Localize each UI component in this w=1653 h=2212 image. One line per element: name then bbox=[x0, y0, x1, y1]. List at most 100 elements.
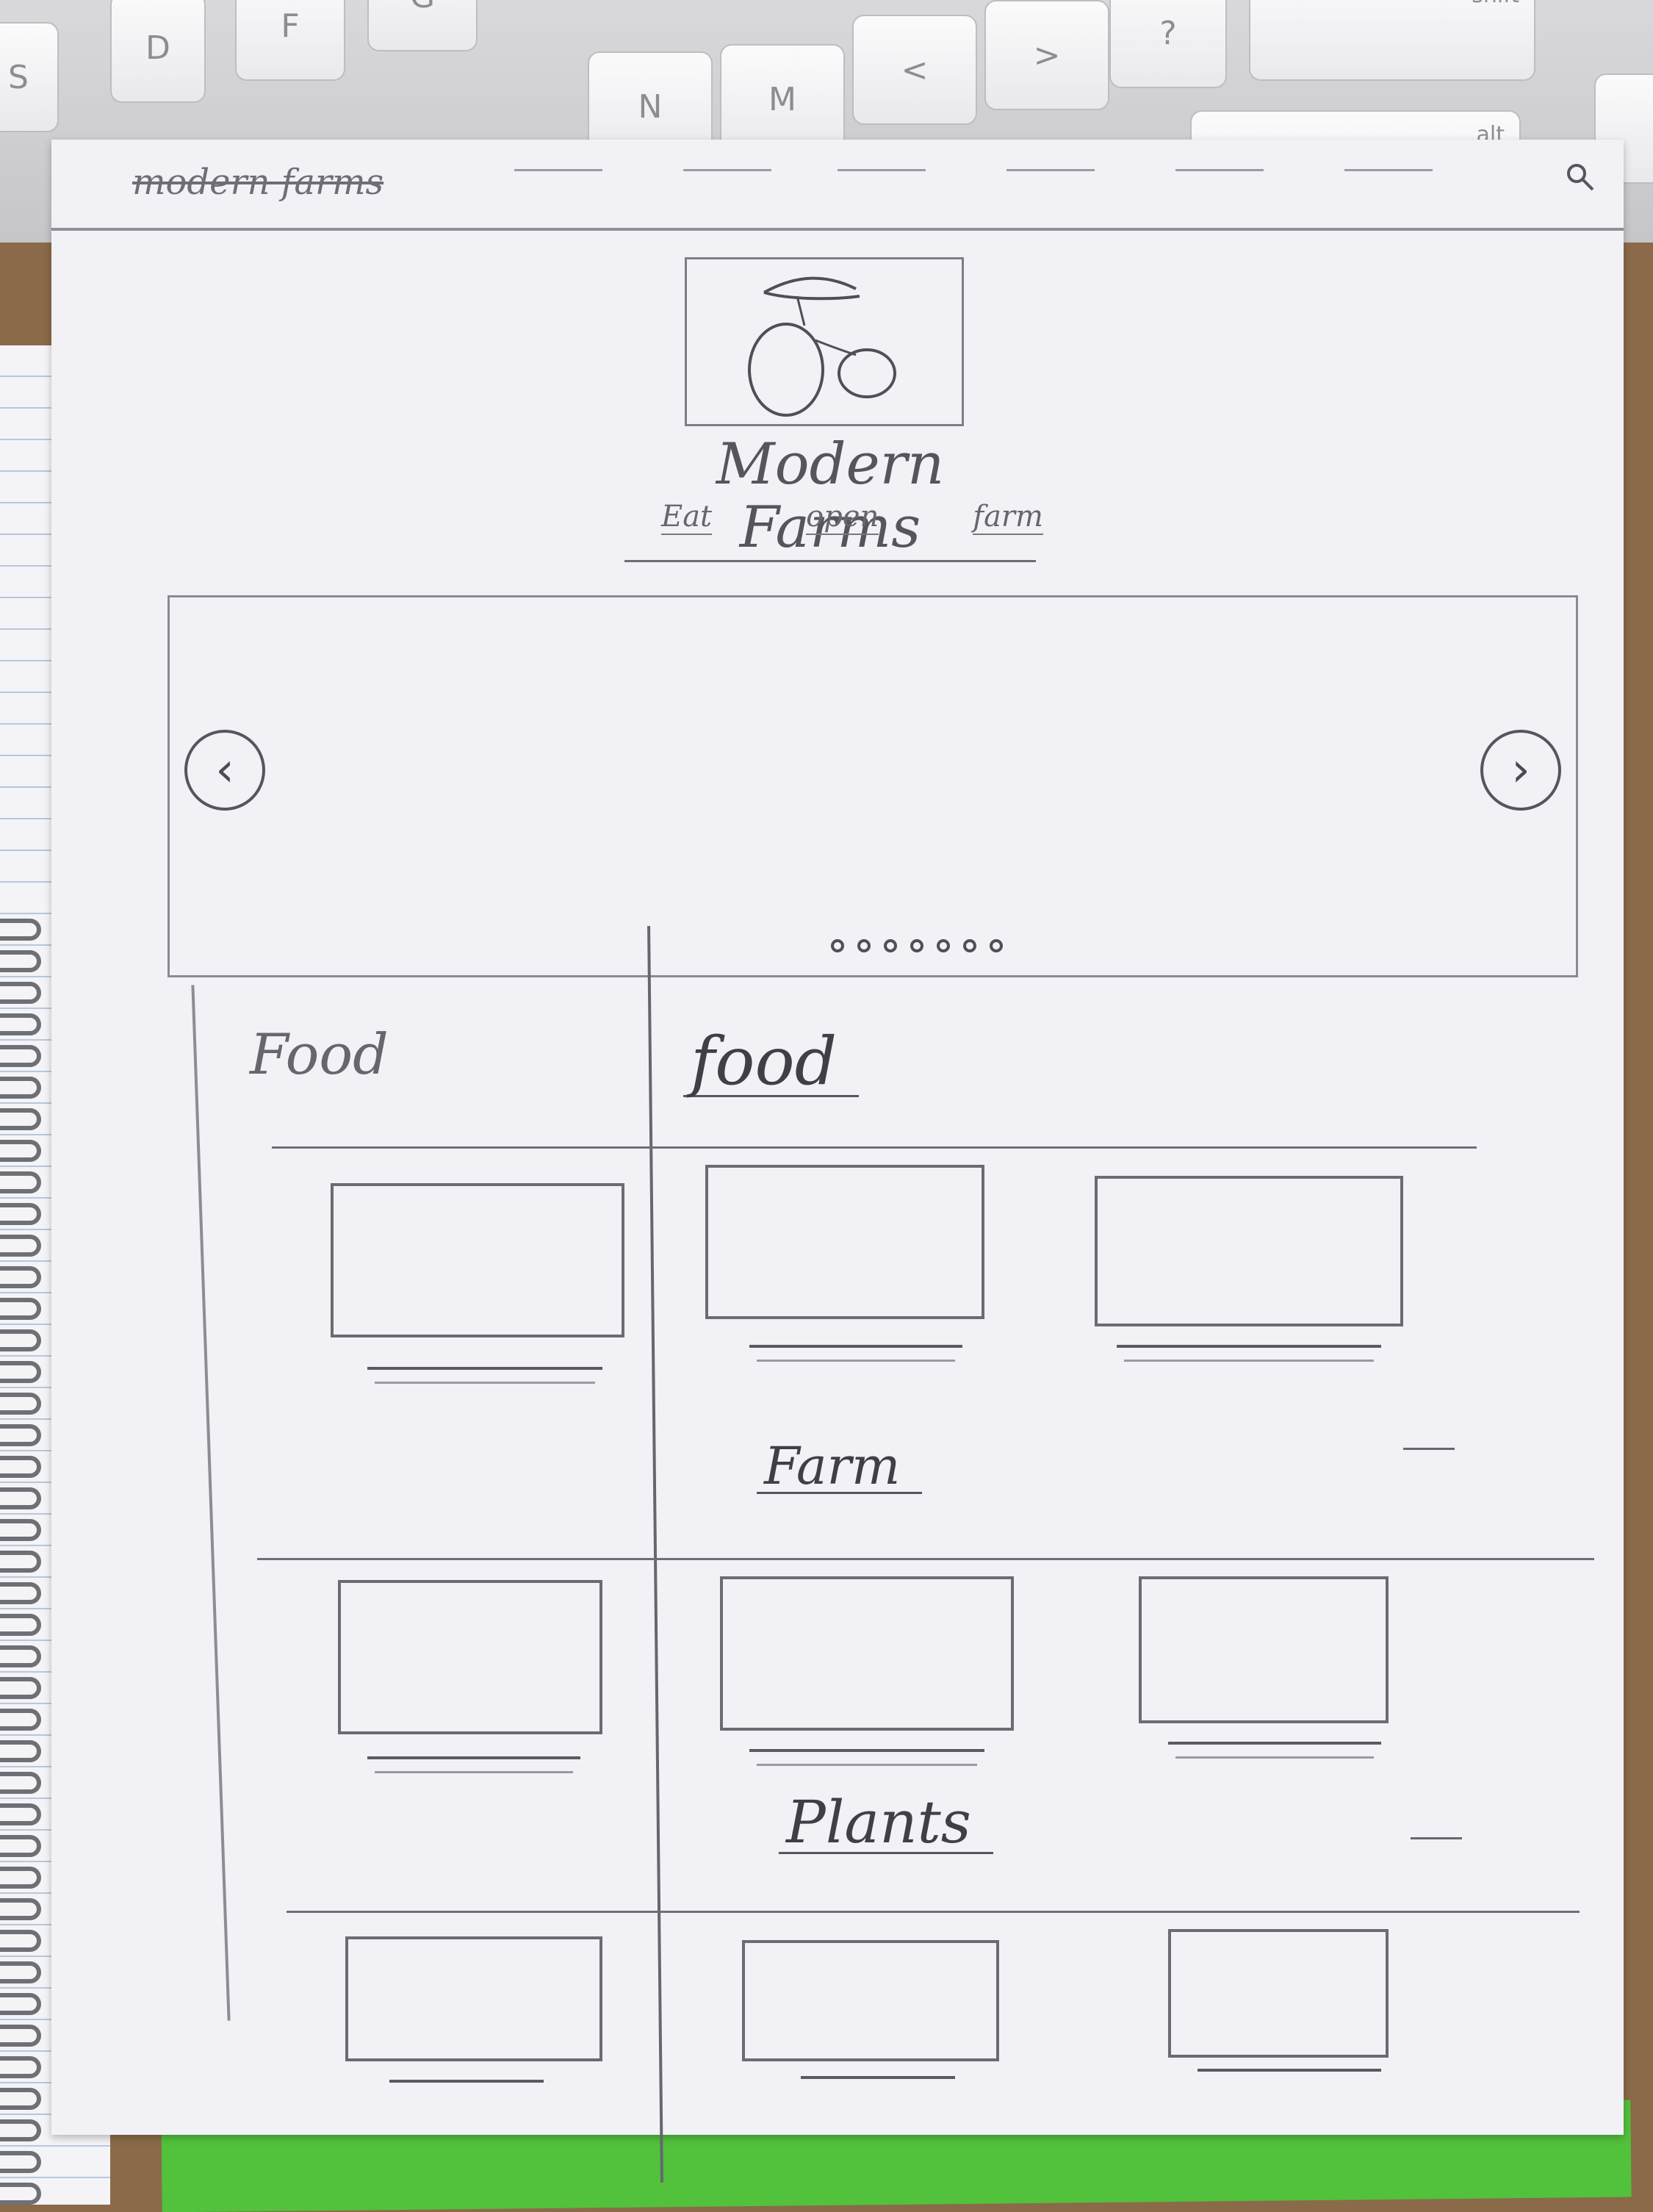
sidebar-card-caption bbox=[367, 1756, 580, 1759]
card-image[interactable] bbox=[1168, 1929, 1389, 2058]
search-icon[interactable] bbox=[1565, 162, 1594, 191]
hero-carousel: ‹ › bbox=[168, 595, 1578, 977]
key-d: D bbox=[110, 0, 206, 103]
spiral-ring bbox=[0, 1329, 41, 1351]
sidebar-title: Food bbox=[250, 1021, 389, 1087]
spiral-ring bbox=[0, 1930, 41, 1952]
section-divider bbox=[287, 1911, 1580, 1913]
card-image[interactable] bbox=[1139, 1576, 1389, 1723]
card-caption bbox=[1168, 1742, 1381, 1745]
spiral-ring bbox=[0, 1298, 41, 1320]
section-divider bbox=[272, 1146, 1477, 1149]
spiral-ring bbox=[0, 1393, 41, 1415]
brand-links: Eat open farm bbox=[661, 500, 1043, 535]
site-name-link[interactable]: modern farms bbox=[132, 162, 383, 203]
carousel-dot[interactable] bbox=[937, 939, 950, 952]
spiral-ring bbox=[0, 1645, 41, 1667]
key-g: G bbox=[367, 0, 478, 51]
spiral-ring bbox=[0, 2151, 41, 2173]
spiral-ring bbox=[0, 1266, 41, 1288]
section-divider bbox=[257, 1558, 1594, 1560]
spiral-ring bbox=[0, 1803, 41, 1825]
carousel-dot[interactable] bbox=[857, 939, 871, 952]
brand-link-open[interactable]: open bbox=[806, 500, 879, 535]
carousel-dot[interactable] bbox=[884, 939, 897, 952]
spiral-ring bbox=[0, 919, 41, 941]
card-caption bbox=[757, 1360, 955, 1362]
card-caption bbox=[1124, 1360, 1374, 1362]
carousel-next-button[interactable]: › bbox=[1480, 730, 1561, 811]
spiral-ring bbox=[0, 1993, 41, 2015]
card-image[interactable] bbox=[742, 1940, 999, 2061]
card-caption bbox=[1117, 1345, 1381, 1348]
carousel-dot[interactable] bbox=[910, 939, 923, 952]
chevron-left-icon: ‹ bbox=[215, 743, 234, 797]
key-slash: ? bbox=[1109, 0, 1227, 88]
spiral-ring bbox=[0, 1077, 41, 1099]
carousel-prev-button[interactable]: ‹ bbox=[184, 730, 265, 811]
nav-link-placeholder[interactable] bbox=[683, 169, 771, 171]
spiral-ring bbox=[0, 1203, 41, 1225]
carousel-dot[interactable] bbox=[990, 939, 1003, 952]
spiral-ring bbox=[0, 2088, 41, 2110]
spiral-ring bbox=[0, 1456, 41, 1478]
spiral-ring bbox=[0, 1361, 41, 1383]
nav-link-placeholder[interactable] bbox=[1344, 169, 1433, 171]
key-m: M bbox=[720, 44, 845, 154]
spiral-ring bbox=[0, 1171, 41, 1193]
card-image[interactable] bbox=[1095, 1176, 1403, 1326]
card-caption bbox=[1175, 1756, 1374, 1759]
spiral-ring bbox=[0, 1235, 41, 1257]
card-image[interactable] bbox=[705, 1165, 984, 1319]
spiral-ring bbox=[0, 2183, 41, 2205]
logo-image bbox=[685, 257, 964, 426]
see-more-link[interactable] bbox=[1403, 1448, 1455, 1450]
carousel-dot[interactable] bbox=[831, 939, 844, 952]
spiral-ring bbox=[0, 982, 41, 1004]
sidebar-divider bbox=[647, 926, 663, 2183]
spiral-ring bbox=[0, 1108, 41, 1130]
spiral-ring bbox=[0, 1961, 41, 1983]
nav-link-placeholder[interactable] bbox=[514, 169, 602, 171]
spiral-ring bbox=[0, 1740, 41, 1762]
spiral-ring bbox=[0, 1867, 41, 1889]
spiral-ring bbox=[0, 1582, 41, 1604]
sidebar-card-caption bbox=[367, 1367, 602, 1370]
nav-link-placeholder[interactable] bbox=[1006, 169, 1095, 171]
card-image[interactable] bbox=[345, 1936, 602, 2061]
spiral-ring bbox=[0, 950, 41, 972]
card-caption bbox=[1198, 2069, 1381, 2072]
spiral-ring bbox=[0, 1772, 41, 1794]
spiral-ring bbox=[0, 2025, 41, 2047]
section-title-plants: Plants bbox=[779, 1793, 993, 1854]
key-comma: < bbox=[852, 15, 977, 125]
sidebar-card-image[interactable] bbox=[331, 1183, 624, 1337]
nav-link-placeholder[interactable] bbox=[838, 169, 926, 171]
spiral-ring bbox=[0, 1551, 41, 1573]
card-caption bbox=[757, 1764, 977, 1766]
spiral-ring bbox=[0, 1614, 41, 1636]
section-title-farm: Farm bbox=[757, 1440, 923, 1494]
brand-link-eat[interactable]: Eat bbox=[661, 500, 713, 535]
spiral-ring bbox=[0, 1835, 41, 1857]
card-image[interactable] bbox=[720, 1576, 1014, 1731]
spiral-ring bbox=[0, 1424, 41, 1446]
brand-link-farm[interactable]: farm bbox=[973, 500, 1043, 535]
see-more-link[interactable] bbox=[1411, 1837, 1462, 1839]
nav-link-placeholder[interactable] bbox=[1175, 169, 1264, 171]
spiral-ring bbox=[0, 1519, 41, 1541]
fruit-logo-icon bbox=[748, 276, 896, 417]
carousel-dot[interactable] bbox=[963, 939, 976, 952]
key-s: S bbox=[0, 22, 59, 132]
carousel-pagination bbox=[831, 939, 1003, 952]
card-caption bbox=[749, 1345, 962, 1348]
wireframe-sketch: modern farms Modern Farms Eat open farm … bbox=[51, 140, 1624, 2183]
spiral-ring bbox=[0, 2056, 41, 2078]
spiral-ring bbox=[0, 1677, 41, 1699]
spiral-ring bbox=[0, 2119, 41, 2141]
spiral-ring bbox=[0, 1140, 41, 1162]
spiral-ring bbox=[0, 1487, 41, 1509]
sidebar-card-image[interactable] bbox=[338, 1580, 602, 1734]
key-period: > bbox=[984, 0, 1109, 110]
card-caption bbox=[749, 1749, 984, 1752]
